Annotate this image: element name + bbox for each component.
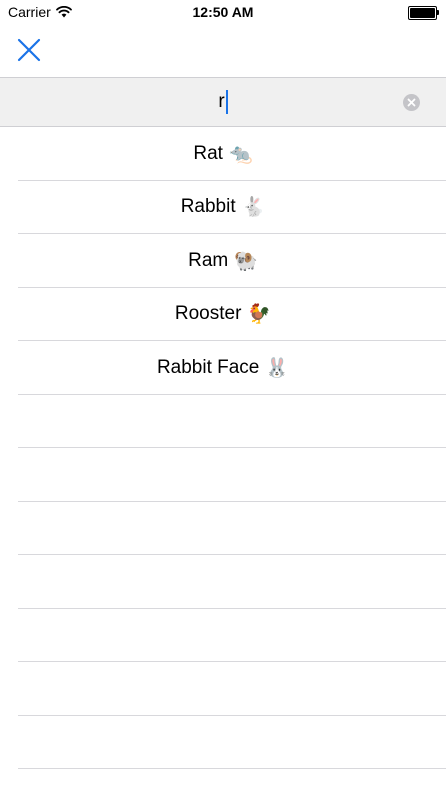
empty-row — [0, 448, 446, 502]
result-row[interactable]: Ram 🐏 — [0, 234, 446, 288]
rabbit-face-emoji-icon: 🐰 — [265, 357, 290, 379]
close-button[interactable] — [16, 37, 42, 63]
result-label: Rabbit Face — [156, 356, 260, 378]
results-list: Rat 🐀 Rabbit 🐇 Ram 🐏 Rooster 🐓 Rabbit Fa… — [0, 127, 446, 769]
result-label: Rooster — [174, 303, 242, 325]
result-row[interactable]: Rabbit 🐇 — [0, 181, 446, 235]
search-input-value: r — [218, 91, 225, 112]
empty-row — [0, 716, 446, 770]
clear-search-button[interactable] — [403, 94, 420, 111]
search-bar: r — [0, 77, 446, 127]
result-label: Rabbit — [180, 196, 236, 218]
result-label: Rat — [193, 142, 223, 164]
empty-row — [0, 662, 446, 716]
text-caret — [225, 90, 228, 114]
search-input-wrap: r — [40, 78, 406, 126]
empty-row — [0, 609, 446, 663]
result-row[interactable]: Rat 🐀 — [0, 127, 446, 181]
clear-icon — [407, 98, 416, 107]
empty-row — [0, 555, 446, 609]
nav-bar — [0, 26, 446, 76]
result-label: Ram — [188, 249, 229, 271]
rooster-emoji-icon: 🐓 — [247, 304, 272, 326]
status-time: 12:50 AM — [192, 4, 254, 20]
rabbit-emoji-icon: 🐇 — [241, 197, 266, 219]
empty-row — [0, 502, 446, 556]
result-row[interactable]: Rabbit Face 🐰 — [0, 341, 446, 395]
rat-emoji-icon: 🐀 — [228, 143, 253, 165]
empty-row — [0, 395, 446, 449]
ram-emoji-icon: 🐏 — [234, 250, 258, 272]
result-row[interactable]: Rooster 🐓 — [0, 288, 446, 342]
search-input[interactable]: r — [218, 90, 228, 114]
status-bar: Carrier 12:50 AM — [0, 0, 446, 26]
close-icon — [17, 38, 41, 62]
battery-icon — [408, 6, 439, 20]
